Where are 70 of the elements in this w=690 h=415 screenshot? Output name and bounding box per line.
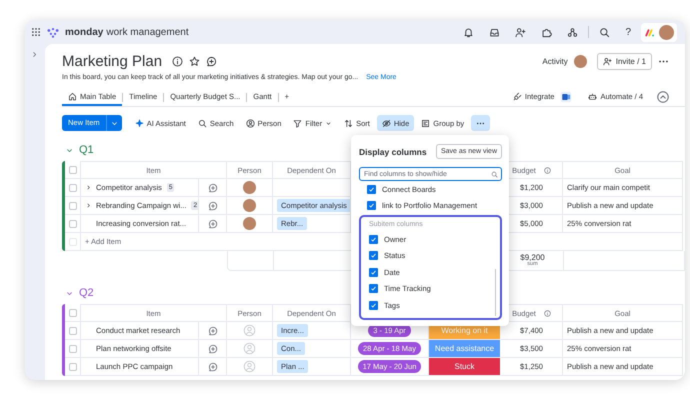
network-icon[interactable] xyxy=(567,26,578,38)
filter-icon xyxy=(293,118,302,128)
status-cell[interactable]: Stuck xyxy=(429,358,501,376)
info-icon[interactable] xyxy=(172,56,184,66)
product-name: work management xyxy=(106,26,189,38)
row-checkbox[interactable] xyxy=(68,362,76,370)
group-title[interactable]: Q1 xyxy=(79,144,94,156)
invite-button[interactable]: Invite / 1 xyxy=(596,52,652,70)
help-button[interactable]: ? xyxy=(625,26,631,38)
column-checkbox[interactable] xyxy=(369,284,378,294)
collapse-button[interactable] xyxy=(657,91,669,103)
search-icon[interactable] xyxy=(599,26,610,38)
inbox-icon[interactable] xyxy=(489,26,500,38)
column-checkbox[interactable] xyxy=(369,251,378,260)
budget-total: $9,200 xyxy=(520,254,545,262)
column-checkbox[interactable] xyxy=(367,184,376,194)
home-icon xyxy=(68,92,77,100)
menu-title: Display columns xyxy=(359,146,427,156)
caret-icon xyxy=(325,120,332,126)
expand-icon[interactable] xyxy=(85,184,92,191)
logo-icon xyxy=(46,26,60,38)
group-title[interactable]: Q2 xyxy=(79,287,94,299)
sort-icon xyxy=(344,118,354,128)
column-checkbox[interactable] xyxy=(369,268,378,277)
add-update-icon[interactable] xyxy=(208,344,218,354)
row-checkbox[interactable] xyxy=(68,344,76,352)
brand-name: monday xyxy=(65,26,104,38)
robot-icon xyxy=(588,92,598,100)
column-checkbox[interactable] xyxy=(369,300,378,310)
group-icon xyxy=(421,118,430,128)
scrollbar[interactable] xyxy=(495,269,496,316)
column-checkbox[interactable] xyxy=(367,201,376,210)
app-icon[interactable] xyxy=(560,91,572,103)
puzzle-icon[interactable] xyxy=(541,26,552,38)
bell-icon[interactable] xyxy=(463,26,474,38)
avatar[interactable] xyxy=(243,217,256,230)
add-update-icon[interactable] xyxy=(208,218,218,228)
row-checkbox[interactable] xyxy=(68,202,76,210)
select-all-checkbox[interactable] xyxy=(68,308,76,316)
plug-icon xyxy=(512,92,522,100)
apps-grid-icon[interactable] xyxy=(31,27,41,37)
board-title: Marketing Plan xyxy=(62,52,162,70)
info-icon[interactable] xyxy=(544,166,551,174)
select-all-checkbox[interactable] xyxy=(68,166,76,174)
person-icon xyxy=(246,118,255,128)
add-update-icon[interactable] xyxy=(208,200,218,210)
add-update-icon[interactable] xyxy=(208,326,218,336)
stripes-logo-icon xyxy=(644,28,656,36)
info-icon[interactable] xyxy=(544,310,551,316)
add-person-icon[interactable] xyxy=(515,26,526,38)
search-icon xyxy=(491,170,498,178)
add-person-icon xyxy=(602,56,612,66)
avatar[interactable] xyxy=(243,199,256,212)
account-area[interactable] xyxy=(641,22,677,42)
avatar xyxy=(574,54,587,68)
avatar xyxy=(659,24,674,40)
star-icon[interactable] xyxy=(189,56,200,66)
add-update-icon[interactable] xyxy=(208,182,218,192)
column-checkbox[interactable] xyxy=(369,234,378,244)
row-checkbox[interactable] xyxy=(68,184,76,192)
search-icon xyxy=(198,118,207,128)
row-checkbox[interactable] xyxy=(68,326,76,334)
eye-slash-icon xyxy=(382,118,391,128)
row-checkbox[interactable] xyxy=(68,220,76,228)
sparkle-icon xyxy=(134,118,144,128)
expand-icon[interactable] xyxy=(85,202,92,209)
add-update-icon[interactable] xyxy=(208,362,218,372)
avatar[interactable] xyxy=(243,181,256,194)
chat-plus-icon[interactable] xyxy=(206,56,218,66)
activity-link[interactable]: Activity xyxy=(542,56,568,66)
